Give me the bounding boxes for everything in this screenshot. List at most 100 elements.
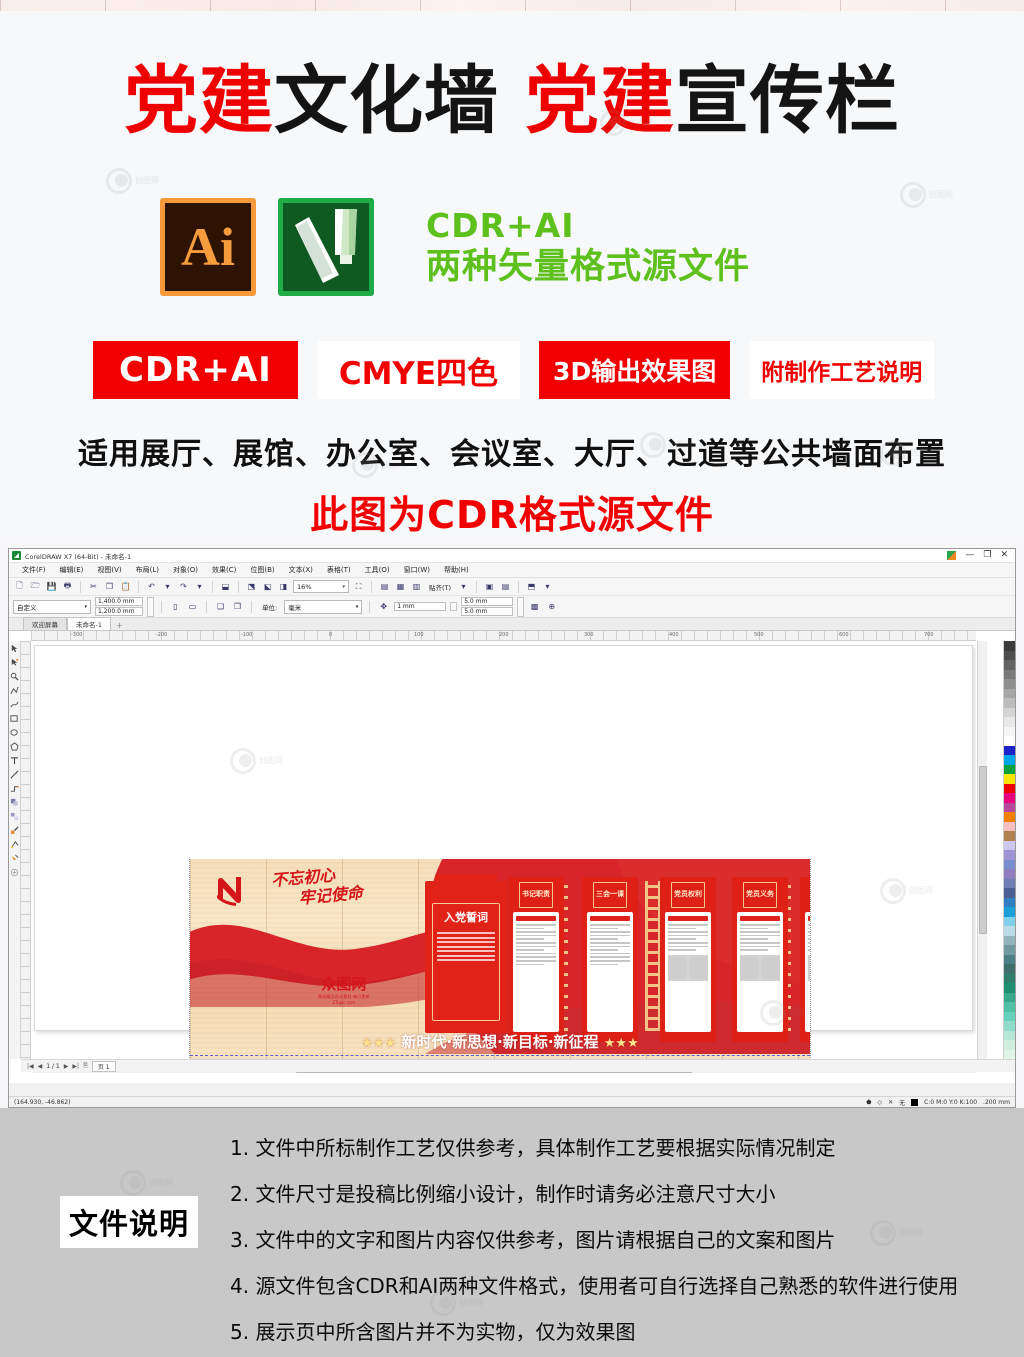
options-icon[interactable]: ▣ xyxy=(483,580,496,593)
edit-across-layers-icon[interactable]: ▩ xyxy=(528,600,541,613)
palette-swatch[interactable] xyxy=(1004,726,1015,736)
menu-edit[interactable]: 编辑(E) xyxy=(53,565,91,575)
quick-customize-caret-icon[interactable]: ▾ xyxy=(541,580,554,593)
last-page-button[interactable]: ▶| xyxy=(72,1063,79,1070)
freehand-tool-icon[interactable] xyxy=(10,700,19,709)
tab-untitled-1[interactable]: 未命名-1 xyxy=(67,617,111,630)
connector-tool-icon[interactable] xyxy=(10,784,19,793)
publish-pdf-icon[interactable]: ⬕ xyxy=(261,580,274,593)
color-eyedropper-icon[interactable] xyxy=(10,826,19,835)
fill-swatch-icon[interactable]: ⬟ xyxy=(866,1099,871,1106)
palette-swatch[interactable] xyxy=(1004,783,1015,793)
quick-customize-icon[interactable]: ⬒ xyxy=(525,580,538,593)
palette-swatch[interactable] xyxy=(1004,821,1015,831)
palette-swatch[interactable] xyxy=(1004,764,1015,774)
wall-design-artwork[interactable]: 不忘初心 牢记使命 入党誓词 书记职责 三会一课 党员权利 党员义务 众图网 原… xyxy=(189,859,811,1059)
minimize-button[interactable]: — xyxy=(965,551,974,560)
fullscreen-preview-icon[interactable]: ⛶ xyxy=(352,580,365,593)
outline-color-swatch[interactable] xyxy=(911,1098,919,1106)
palette-swatch[interactable] xyxy=(1004,926,1015,936)
palette-swatch[interactable] xyxy=(1004,1040,1015,1050)
panel-member-rights[interactable]: 党员权利 xyxy=(660,877,716,1042)
duplicate-offset-y-field[interactable]: 5.0 mm xyxy=(461,607,514,616)
menu-tools[interactable]: 工具(O) xyxy=(358,565,397,575)
restore-button[interactable]: ❐ xyxy=(983,551,991,560)
cut-icon[interactable]: ✂ xyxy=(87,580,100,593)
vertical-scrollbar[interactable] xyxy=(977,641,987,1059)
menu-help[interactable]: 帮助(H) xyxy=(437,565,476,575)
nudge-stepper[interactable] xyxy=(450,602,458,611)
palette-swatch[interactable] xyxy=(1004,802,1015,812)
palette-swatch[interactable] xyxy=(1004,1049,1015,1059)
color-style-icon[interactable] xyxy=(947,551,957,560)
app-launcher-icon[interactable]: ◨ xyxy=(277,580,290,593)
zoom-tool-icon[interactable] xyxy=(10,686,19,695)
menu-bitmaps[interactable]: 位图(B) xyxy=(243,565,281,575)
vertical-scroll-thumb[interactable] xyxy=(979,766,987,934)
palette-swatch[interactable] xyxy=(1004,869,1015,879)
crop-tool-icon[interactable] xyxy=(10,672,19,681)
zoom-level-combo[interactable]: 16% ▾ xyxy=(293,580,349,593)
palette-swatch[interactable] xyxy=(1004,973,1015,983)
palette-swatch[interactable] xyxy=(1004,907,1015,917)
duplicate-offset-x-field[interactable]: 5.0 mm xyxy=(461,597,514,606)
palette-swatch[interactable] xyxy=(1004,1021,1015,1031)
parallel-dimension-tool-icon[interactable] xyxy=(10,770,19,779)
rectangle-tool-icon[interactable] xyxy=(10,714,19,723)
portrait-orientation-icon[interactable]: ▯ xyxy=(169,600,182,613)
redo-dropdown-icon[interactable]: ▾ xyxy=(193,580,206,593)
palette-swatch[interactable] xyxy=(1004,698,1015,708)
text-tool-icon[interactable] xyxy=(10,756,19,765)
ellipse-tool-icon[interactable] xyxy=(10,728,19,737)
interactive-fill-tool-icon[interactable] xyxy=(10,840,19,849)
palette-swatch[interactable] xyxy=(1004,688,1015,698)
page-width-field[interactable]: 1,400.0 mm xyxy=(95,597,143,606)
polygon-tool-icon[interactable] xyxy=(10,742,19,751)
pick-tool-icon[interactable] xyxy=(10,644,19,653)
menu-window[interactable]: 窗口(W) xyxy=(397,565,437,575)
undo-icon[interactable]: ↶ xyxy=(145,580,158,593)
page-tab-1[interactable]: 页 1 xyxy=(91,1060,116,1072)
snap-to-label[interactable]: 贴齐(T) xyxy=(426,582,454,592)
close-button[interactable]: ✕ xyxy=(1000,551,1008,560)
panel-three-meetings[interactable]: 三会一课 xyxy=(582,877,638,1042)
open-document-icon[interactable]: 🗁 xyxy=(29,580,42,593)
palette-swatch[interactable] xyxy=(1004,669,1015,679)
nudge-distance-field[interactable]: 1 mm xyxy=(394,602,447,611)
palette-swatch[interactable] xyxy=(1004,831,1015,841)
palette-swatch[interactable] xyxy=(1004,945,1015,955)
snap-dropdown-icon[interactable]: ▾ xyxy=(457,580,470,593)
print-icon[interactable]: 🖶 xyxy=(61,580,74,593)
units-combo[interactable]: 毫米 ▾ xyxy=(284,599,363,614)
page-preset-combo[interactable]: 自定义 ▾ xyxy=(13,599,91,614)
panel-member-duties[interactable]: 党员义务 xyxy=(732,877,788,1042)
import-icon[interactable]: ⬓ xyxy=(219,580,232,593)
outline-swatch-icon[interactable]: ◇ xyxy=(877,1099,882,1106)
current-page-icon[interactable]: ❐ xyxy=(231,600,244,613)
palette-swatch[interactable] xyxy=(1004,1030,1015,1040)
show-grid-icon[interactable]: ▦ xyxy=(394,580,407,593)
palette-swatch[interactable] xyxy=(1004,812,1015,822)
show-rulers-icon[interactable]: ▤ xyxy=(378,580,391,593)
palette-swatch[interactable] xyxy=(1004,850,1015,860)
palette-swatch[interactable] xyxy=(1004,935,1015,945)
redo-icon[interactable]: ↷ xyxy=(177,580,190,593)
vertical-ruler[interactable] xyxy=(21,641,31,1059)
page-height-field[interactable]: 1,200.0 mm xyxy=(95,607,143,616)
next-page-button[interactable]: ▶ xyxy=(64,1063,69,1070)
menu-object[interactable]: 对象(O) xyxy=(166,565,205,575)
palette-swatch[interactable] xyxy=(1004,717,1015,727)
first-page-button[interactable]: |◀ xyxy=(27,1063,34,1070)
all-pages-icon[interactable]: ❏ xyxy=(214,600,227,613)
undo-dropdown-icon[interactable]: ▾ xyxy=(161,580,174,593)
add-toolbar-item-icon[interactable]: ⊕ xyxy=(545,600,558,613)
palette-swatch[interactable] xyxy=(1004,755,1015,765)
oath-panel[interactable]: 入党誓词 xyxy=(425,874,507,1033)
add-page-button[interactable]: 🗎 xyxy=(83,1061,88,1071)
horizontal-ruler[interactable]: -300 -200 -100 0 100 200 300 400 500 600… xyxy=(31,631,976,641)
panel-management-system[interactable]: 管理制度 xyxy=(800,877,810,1042)
menu-text[interactable]: 文本(X) xyxy=(282,565,320,575)
palette-swatch[interactable] xyxy=(1004,859,1015,869)
palette-swatch[interactable] xyxy=(1004,878,1015,888)
palette-swatch[interactable] xyxy=(1004,650,1015,660)
